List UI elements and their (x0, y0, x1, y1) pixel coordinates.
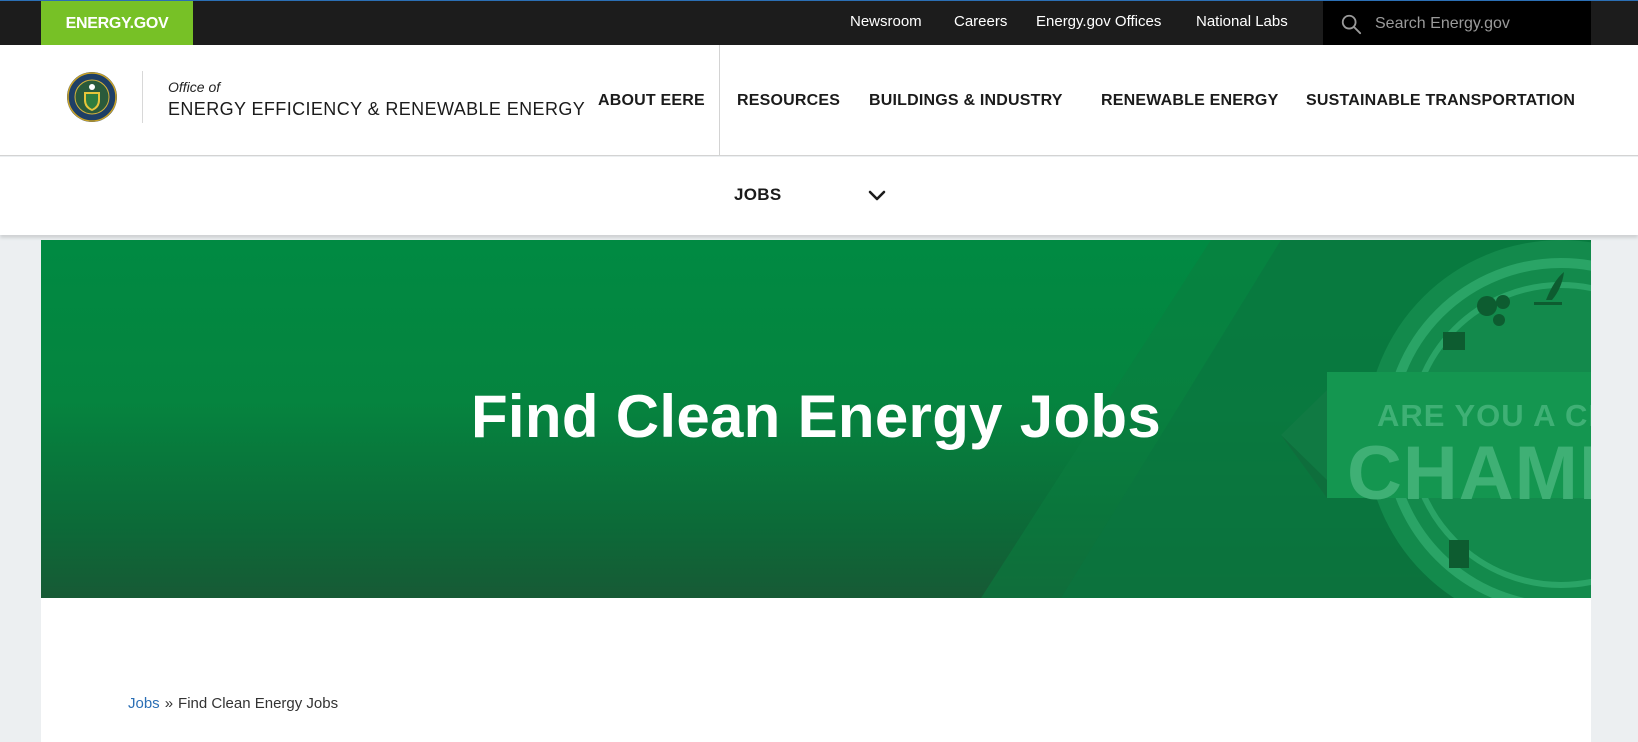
search-box[interactable] (1323, 1, 1591, 46)
site-header: Office of ENERGY EFFICIENCY & RENEWABLE … (0, 45, 1638, 156)
logo-divider (142, 71, 143, 123)
nav-buildings-industry[interactable]: BUILDINGS & INDUSTRY (869, 92, 1063, 110)
office-name-link[interactable]: ENERGY EFFICIENCY & RENEWABLE ENERGY (168, 99, 585, 120)
energy-gov-offices-link[interactable]: Energy.gov Offices (1036, 13, 1161, 30)
nav-sustainable-transportation[interactable]: SUSTAINABLE TRANSPORTATION (1306, 92, 1575, 110)
hero-banner: ARE YOU A CL CHAMP Find Clean Energy Job… (41, 240, 1591, 598)
section-subnav: JOBS (0, 157, 1638, 235)
page-title: Find Clean Energy Jobs (470, 383, 1162, 450)
newsroom-link[interactable]: Newsroom (850, 13, 922, 30)
main-content: Jobs» Find Clean Energy Jobs (41, 598, 1591, 742)
doe-seal-logo[interactable] (66, 71, 118, 123)
nav-resources[interactable]: RESOURCES (737, 92, 840, 110)
breadcrumb-current: Find Clean Energy Jobs (178, 695, 339, 712)
breadcrumb: Jobs» Find Clean Energy Jobs (128, 695, 338, 712)
nav-about-eere[interactable]: ABOUT EERE (598, 92, 705, 110)
office-prefix: Office of (168, 79, 221, 95)
search-input[interactable] (1375, 14, 1575, 33)
national-labs-link[interactable]: National Labs (1196, 13, 1288, 30)
energy-gov-logo[interactable]: ENERGY.GOV (41, 1, 193, 46)
chevron-down-icon[interactable] (866, 187, 888, 205)
breadcrumb-separator: » (164, 695, 174, 712)
search-icon[interactable] (1340, 13, 1362, 35)
utility-bar: ENERGY.GOV Newsroom Careers Energy.gov O… (0, 0, 1638, 46)
nav-divider (719, 45, 720, 156)
subnav-jobs-label[interactable]: JOBS (734, 185, 782, 205)
careers-link[interactable]: Careers (954, 13, 1007, 30)
breadcrumb-jobs-link[interactable]: Jobs (128, 695, 160, 712)
nav-renewable-energy[interactable]: RENEWABLE ENERGY (1101, 92, 1278, 110)
